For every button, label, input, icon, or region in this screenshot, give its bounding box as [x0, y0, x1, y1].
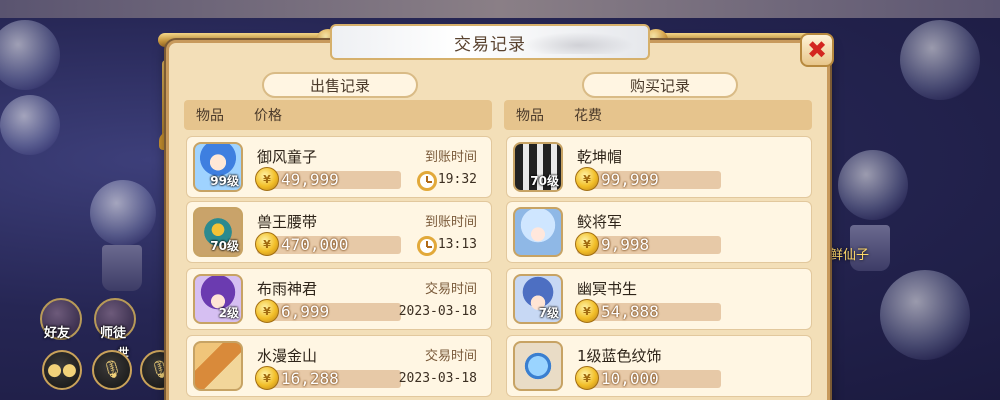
coin-icon: ¥	[255, 366, 279, 390]
item-name: 御风童子	[257, 148, 318, 166]
close-icon: ✖	[806, 36, 828, 64]
item-price: 6,999	[281, 302, 330, 321]
hat-icon: 70级	[513, 142, 563, 192]
time-label: 交易时间	[424, 349, 477, 364]
coin-icon: ¥	[575, 366, 599, 390]
header-cost: 花费	[574, 108, 602, 124]
time-value: 13:13	[437, 237, 477, 252]
lantern-orb	[90, 180, 156, 246]
sell-record-row[interactable]: 2级 布雨神君 ¥ 6,999 交易时间 2023-03-18	[186, 268, 492, 330]
item-name: 幽冥书生	[577, 280, 638, 298]
item-level: 2级	[218, 306, 239, 320]
item-name: 乾坤帽	[577, 148, 623, 166]
header-item: 物品	[196, 108, 224, 124]
pet-icon: 7级	[513, 274, 563, 324]
time-label: 交易时间	[424, 282, 477, 297]
voice-button[interactable]: 🎙	[92, 350, 132, 390]
ink-landscape-decoration	[524, 32, 634, 54]
time-label: 到账时间	[424, 150, 477, 165]
time-value: 2023-03-18	[398, 371, 477, 386]
coin-icon: ¥	[575, 232, 599, 256]
header-item: 物品	[516, 108, 544, 124]
coin-icon: ¥	[255, 232, 279, 256]
coin-icon: ¥	[255, 167, 279, 191]
buy-record-row[interactable]: 70级 乾坤帽 ¥ 99,999	[506, 136, 812, 198]
pet-icon: 2级	[193, 274, 243, 324]
top-status-band	[0, 0, 1000, 18]
sell-record-row[interactable]: 99级 御风童子 ¥ 49,999 到账时间 19:32	[186, 136, 492, 198]
dialog-title: 交易记录	[454, 34, 526, 55]
pet-icon	[513, 207, 563, 257]
item-price: 99,999	[601, 170, 659, 189]
item-name: 鲛将军	[577, 213, 623, 231]
header-price: 价格	[254, 108, 282, 124]
belt-icon: 70级	[193, 207, 243, 257]
npc-name: 鲜仙子	[830, 248, 870, 263]
item-level: 70级	[530, 174, 559, 188]
chat-button[interactable]: ●●	[42, 350, 82, 390]
time-value: 19:32	[437, 172, 477, 187]
item-price: 49,999	[281, 170, 339, 189]
item-price: 16,288	[281, 369, 339, 388]
dialog-title-plate: 交易记录	[330, 24, 650, 60]
coin-icon: ¥	[575, 299, 599, 323]
item-price: 9,998	[601, 235, 650, 254]
microphone-icon: 🎙	[101, 360, 123, 380]
item-level: 99级	[210, 174, 239, 188]
chat-icon: ●●	[47, 360, 77, 380]
item-name: 1级蓝色纹饰	[577, 347, 662, 365]
time-label: 到账时间	[424, 215, 477, 230]
item-name: 水漫金山	[257, 347, 318, 365]
master-label: 师徒	[100, 326, 127, 341]
lantern-orb	[838, 150, 908, 220]
sell-table-header: 物品 价格	[184, 100, 492, 130]
sell-section-title: 出售记录	[262, 72, 418, 98]
item-name: 兽王腰带	[257, 213, 318, 231]
coin-icon: ¥	[575, 167, 599, 191]
clock-icon	[417, 236, 437, 256]
lantern-orb	[0, 20, 60, 90]
item-level: 70级	[210, 239, 239, 253]
buy-section-title: 购买记录	[582, 72, 738, 98]
friends-label: 好友	[44, 326, 71, 341]
pedestal	[102, 245, 142, 291]
lantern-orb	[900, 20, 980, 100]
ornament-icon	[513, 341, 563, 391]
item-name: 布雨神君	[257, 280, 318, 298]
buy-record-row[interactable]: 1级蓝色纹饰 ¥ 10,000	[506, 335, 812, 397]
coin-icon: ¥	[255, 299, 279, 323]
pet-icon: 99级	[193, 142, 243, 192]
buy-record-row[interactable]: 鲛将军 ¥ 9,998	[506, 201, 812, 263]
close-button[interactable]: ✖	[800, 33, 834, 67]
item-price: 470,000	[281, 235, 349, 254]
sell-record-row[interactable]: 70级 兽王腰带 ¥ 470,000 到账时间 13:13	[186, 201, 492, 263]
time-value: 2023-03-18	[398, 304, 477, 319]
clock-icon	[417, 171, 437, 191]
buy-table-header: 物品 花费	[504, 100, 812, 130]
item-price: 54,888	[601, 302, 659, 321]
item-price: 10,000	[601, 369, 659, 388]
item-level: 7级	[538, 306, 559, 320]
lantern-orb	[880, 270, 970, 360]
sell-record-row[interactable]: 水漫金山 ¥ 16,288 交易时间 2023-03-18	[186, 335, 492, 397]
lantern-orb	[0, 95, 60, 155]
scroll-icon	[193, 341, 243, 391]
buy-record-row[interactable]: 7级 幽冥书生 ¥ 54,888	[506, 268, 812, 330]
